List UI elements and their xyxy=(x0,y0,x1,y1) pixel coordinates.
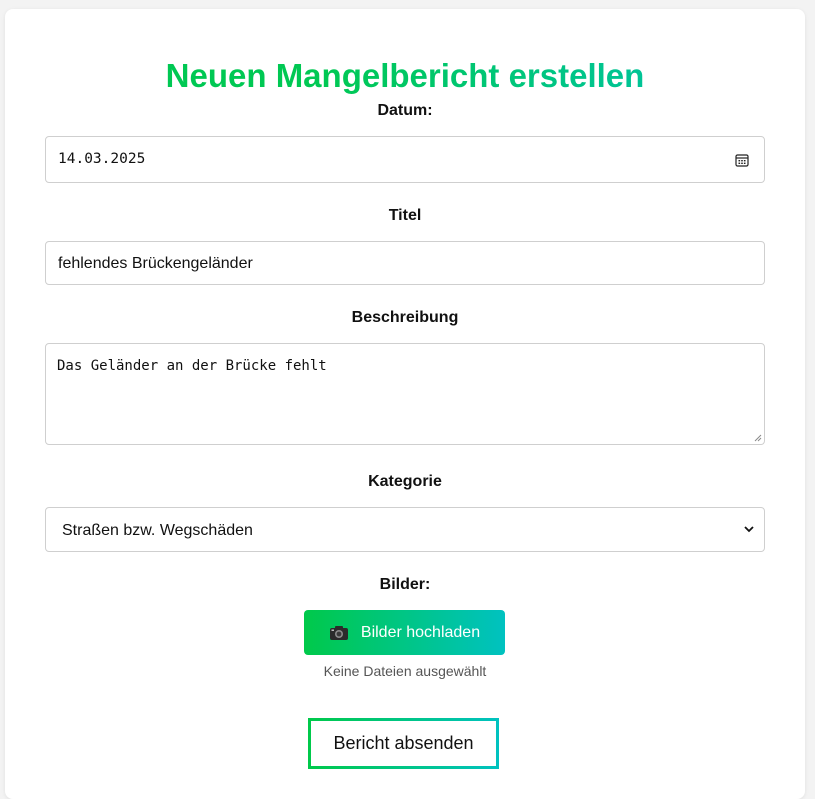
chevron-down-icon xyxy=(744,526,754,533)
form-card: Neuen Mangelbericht erstellen Datum: 14.… xyxy=(5,9,805,799)
date-label: Datum: xyxy=(377,102,433,119)
title-label: Titel xyxy=(388,207,422,224)
description-textarea[interactable]: Das Geländer an der Brücke fehlt xyxy=(45,343,765,445)
calendar-icon[interactable] xyxy=(735,153,749,167)
page-title: Neuen Mangelbericht erstellen xyxy=(5,56,805,96)
submit-button-label: Bericht absenden xyxy=(333,733,474,753)
date-input[interactable]: 14.03.2025 xyxy=(45,136,765,183)
resize-handle-icon[interactable] xyxy=(754,434,762,442)
date-value: 14.03.2025 xyxy=(58,151,146,167)
no-files-text: Keine Dateien ausgewählt xyxy=(323,663,487,679)
camera-icon xyxy=(329,625,348,640)
upload-button-label: Bilder hochladen xyxy=(360,623,481,641)
title-value: fehlendes Brückengeländer xyxy=(58,255,253,272)
submit-report-button[interactable]: Bericht absenden xyxy=(308,718,499,769)
title-input[interactable]: fehlendes Brückengeländer xyxy=(45,241,765,285)
description-label: Beschreibung xyxy=(351,309,459,326)
category-label: Kategorie xyxy=(368,473,442,490)
description-value: Das Geländer an der Brücke fehlt xyxy=(57,358,327,374)
category-select[interactable]: Straßen bzw. Wegschäden xyxy=(45,507,765,552)
images-label: Bilder: xyxy=(379,576,431,593)
category-value: Straßen bzw. Wegschäden xyxy=(62,522,253,539)
upload-images-button[interactable]: Bilder hochladen xyxy=(304,610,505,655)
